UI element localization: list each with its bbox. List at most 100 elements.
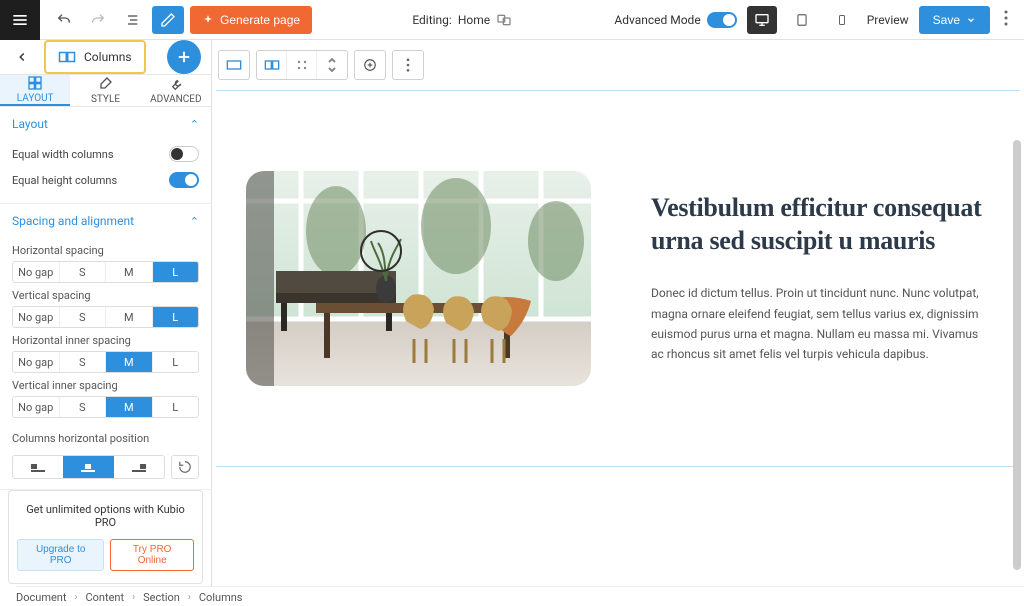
pro-promo: Get unlimited options with Kubio PRO Upg…	[8, 490, 203, 584]
editing-indicator: Editing: Home	[322, 12, 602, 28]
interior-photo	[246, 171, 591, 386]
undo-icon	[56, 12, 72, 28]
toolbar-move[interactable]	[317, 51, 347, 79]
drag-icon	[296, 59, 308, 71]
v-inner-nogap[interactable]: No gap	[13, 397, 59, 417]
align-right-icon	[132, 462, 146, 472]
add-block-button[interactable]	[167, 40, 201, 74]
h-spacing-m[interactable]: M	[105, 262, 152, 282]
tab-advanced[interactable]: ADVANCED	[141, 75, 211, 106]
breadcrumb-item[interactable]: Section	[143, 591, 180, 604]
v-inner-l[interactable]: L	[152, 397, 199, 417]
mobile-icon	[836, 12, 848, 28]
toolbar-parent[interactable]	[219, 51, 249, 79]
columns-icon	[58, 50, 76, 64]
heading-block[interactable]: Vestibulum efficitur consequat urna sed …	[651, 192, 990, 257]
h-spacing-seg: No gap S M L	[12, 261, 199, 283]
v-spacing-nogap[interactable]: No gap	[13, 307, 59, 327]
block-chip[interactable]: Columns	[44, 40, 146, 74]
row-equal-height: Equal height columns	[12, 167, 199, 193]
undo-button[interactable]	[50, 6, 78, 34]
wrench-icon	[168, 76, 184, 92]
panel-layout-head[interactable]: Layout ⌃	[0, 107, 211, 141]
pencil-icon	[160, 12, 176, 28]
toolbar-cluster-3	[354, 50, 386, 80]
equal-width-label: Equal width columns	[12, 148, 114, 161]
canvas[interactable]: Vestibulum efficitur consequat urna sed …	[212, 40, 1024, 606]
toolbar-cluster-2	[256, 50, 348, 80]
tab-layout-label: LAYOUT	[17, 93, 54, 104]
text-block[interactable]: Donec id dictum tellus. Proin ut tincidu…	[651, 283, 990, 365]
scrollbar[interactable]	[1013, 140, 1021, 570]
v-inner-label: Vertical inner spacing	[12, 373, 199, 396]
h-inner-l[interactable]: L	[152, 352, 199, 372]
device-desktop[interactable]	[747, 6, 777, 34]
v-spacing-label: Vertical spacing	[12, 283, 199, 306]
plus-icon	[175, 48, 193, 66]
toolbar-add[interactable]	[355, 51, 385, 79]
v-inner-s[interactable]: S	[59, 397, 106, 417]
advanced-mode-toggle[interactable]	[707, 12, 737, 28]
generate-page-button[interactable]: Generate page	[190, 6, 312, 34]
block-chip-label: Columns	[84, 50, 132, 64]
upgrade-pro-button[interactable]: Upgrade to PRO	[17, 539, 104, 571]
device-mobile[interactable]	[827, 6, 857, 34]
h-spacing-s[interactable]: S	[59, 262, 106, 282]
v-spacing-s[interactable]: S	[59, 307, 106, 327]
panel-spacing-head[interactable]: Spacing and alignment ⌃	[0, 204, 211, 238]
breadcrumb-item[interactable]: Document	[16, 591, 66, 604]
v-inner-m[interactable]: M	[105, 397, 152, 417]
generate-label: Generate page	[220, 13, 300, 27]
columns-block[interactable]: Vestibulum efficitur consequat urna sed …	[216, 91, 1020, 466]
tab-layout[interactable]: LAYOUT	[0, 75, 70, 106]
v-spacing-l[interactable]: L	[152, 307, 199, 327]
equal-width-toggle[interactable]	[169, 146, 199, 162]
h-inner-s[interactable]: S	[59, 352, 106, 372]
align-right[interactable]	[114, 456, 164, 478]
toolbar-columns[interactable]	[257, 51, 287, 79]
align-left[interactable]	[13, 456, 63, 478]
equal-height-label: Equal height columns	[12, 174, 117, 187]
hamburger-menu[interactable]	[0, 0, 40, 40]
section-outline[interactable]: Vestibulum efficitur consequat urna sed …	[216, 90, 1020, 467]
breadcrumb-item[interactable]: Columns	[199, 591, 243, 604]
panel-spacing: Spacing and alignment ⌃ Horizontal spaci…	[0, 204, 211, 490]
h-inner-seg: No gap S M L	[12, 351, 199, 373]
save-button[interactable]: Save	[919, 6, 990, 34]
tab-style[interactable]: STYLE	[70, 75, 140, 106]
align-reset[interactable]	[171, 455, 199, 479]
advanced-mode-label: Advanced Mode	[614, 13, 700, 27]
redo-button[interactable]	[84, 6, 112, 34]
redo-icon	[90, 12, 106, 28]
h-spacing-label: Horizontal spacing	[12, 238, 199, 261]
list-button[interactable]	[118, 6, 146, 34]
block-toolbar	[218, 50, 424, 80]
equal-height-toggle[interactable]	[169, 172, 199, 188]
columns-icon	[264, 59, 280, 71]
chevron-up-icon: ⌃	[190, 215, 199, 228]
preview-button[interactable]: Preview	[867, 13, 909, 27]
more-menu[interactable]	[1000, 10, 1012, 30]
page-swap-icon[interactable]	[496, 12, 512, 28]
v-spacing-m[interactable]: M	[105, 307, 152, 327]
edit-button[interactable]	[152, 6, 184, 34]
breadcrumb-item[interactable]: Content	[85, 591, 124, 604]
h-spacing-nogap[interactable]: No gap	[13, 262, 59, 282]
editing-page: Home	[458, 13, 490, 27]
h-inner-nogap[interactable]: No gap	[13, 352, 59, 372]
h-spacing-l[interactable]: L	[152, 262, 199, 282]
image-block[interactable]	[246, 171, 591, 386]
device-tablet[interactable]	[787, 6, 817, 34]
text-column[interactable]: Vestibulum efficitur consequat urna sed …	[651, 192, 990, 365]
toolbar-more[interactable]	[393, 51, 423, 79]
v-spacing-seg: No gap S M L	[12, 306, 199, 328]
h-inner-m[interactable]: M	[105, 352, 152, 372]
list-icon	[124, 12, 140, 28]
tablet-icon	[795, 12, 809, 28]
cols-pos-seg	[12, 455, 165, 479]
try-pro-button[interactable]: Try PRO Online	[110, 539, 194, 571]
toolbar-drag[interactable]	[287, 51, 317, 79]
back-button[interactable]	[10, 45, 34, 69]
align-center[interactable]	[63, 456, 113, 478]
breadcrumb-sep: ›	[132, 592, 135, 603]
